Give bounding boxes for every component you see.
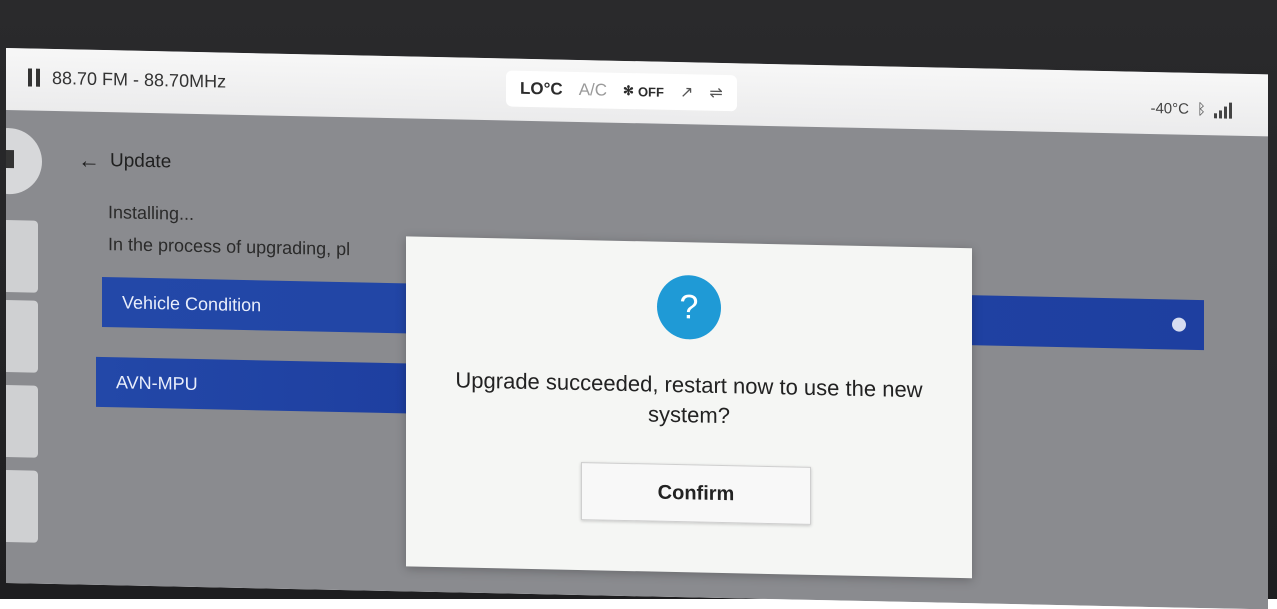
side-rail-tab[interactable]	[6, 470, 38, 543]
signal-strength-icon	[1214, 102, 1232, 119]
fan-status: OFF	[637, 83, 664, 100]
side-rail-tab[interactable]	[6, 385, 38, 458]
update-item-label: Vehicle Condition	[122, 291, 262, 315]
update-item-avn-mpu[interactable]: AVN-MPU	[96, 356, 416, 414]
back-arrow-icon: ←	[78, 147, 100, 173]
outside-temperature: -40°C	[1150, 99, 1189, 118]
side-rail	[6, 110, 46, 584]
dialog-message: Upgrade succeeded, restart now to use th…	[455, 367, 923, 429]
pause-icon[interactable]	[28, 68, 42, 86]
ac-toggle[interactable]: A/C	[579, 80, 607, 101]
install-status-title: Installing...	[108, 202, 195, 224]
page-title: Update	[110, 150, 172, 173]
infotainment-screen: 88.70 FM - 88.70MHz LO°C A/C ✻ OFF ↗ ⇌ -…	[6, 48, 1268, 609]
confirm-button[interactable]: Confirm	[581, 462, 811, 525]
back-button[interactable]: ← Update	[78, 148, 171, 176]
airflow-icon[interactable]: ↗	[680, 82, 693, 102]
system-status: -40°C ᛒ	[1150, 100, 1232, 119]
install-status-description: In the process of upgrading, pl	[108, 234, 351, 260]
fan-control[interactable]: ✻ OFF	[623, 83, 664, 100]
question-icon: ?	[657, 274, 721, 340]
update-item-label: AVN-MPU	[116, 371, 198, 394]
restart-dialog: ? Upgrade succeeded, restart now to use …	[406, 236, 972, 579]
check-icon	[1172, 317, 1186, 332]
side-rail-tab[interactable]	[6, 220, 38, 293]
recirculation-icon[interactable]: ⇌	[709, 83, 722, 103]
radio-station[interactable]: 88.70 FM - 88.70MHz	[52, 68, 226, 93]
temperature-setting[interactable]: LO°C	[520, 79, 563, 100]
home-icon	[6, 150, 14, 169]
fan-icon: ✻	[623, 82, 634, 99]
side-rail-tab[interactable]	[6, 300, 38, 373]
bluetooth-icon: ᛒ	[1196, 100, 1206, 119]
climate-controls[interactable]: LO°C A/C ✻ OFF ↗ ⇌	[506, 70, 737, 112]
update-page: ← Update Installing... In the process of…	[6, 110, 1268, 609]
